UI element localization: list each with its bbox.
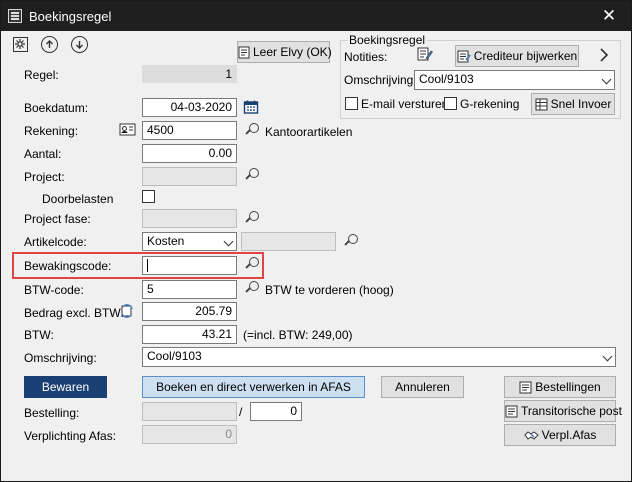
quick-entry-button[interactable]: Snel Invoer xyxy=(531,93,615,115)
bedrag-label: Bedrag excl. BTW: xyxy=(24,306,124,320)
list-edit-icon xyxy=(457,50,471,63)
btw-label: BTW: xyxy=(24,328,54,342)
cancel-button[interactable]: Annuleren xyxy=(381,376,464,398)
group-description-select[interactable]: Cool/9103 xyxy=(414,70,615,90)
bestelling-count-input[interactable]: 0 xyxy=(250,402,302,421)
boekdatum-label: Boekdatum: xyxy=(24,101,89,115)
chevron-down-icon xyxy=(602,351,613,362)
orders-button[interactable]: Bestellingen xyxy=(504,376,616,398)
omschrijving-value: Cool/9103 xyxy=(147,349,202,363)
email-send-checkbox[interactable] xyxy=(345,97,358,110)
chevron-right-icon[interactable] xyxy=(598,47,610,63)
commitment-afas-label: Verpl.Afas xyxy=(541,428,597,442)
aantal-input[interactable]: 0.00 xyxy=(142,144,237,163)
bestelling-label: Bestelling: xyxy=(24,406,80,420)
group-description-value: Cool/9103 xyxy=(419,72,474,86)
bestelling-separator: / xyxy=(239,405,243,419)
learn-elvy-label: Leer Elvy (OK) xyxy=(253,45,332,59)
edit-note-icon[interactable] xyxy=(417,46,433,62)
btw-incl-note: (=incl. BTW: 249,00) xyxy=(243,328,353,342)
save-button[interactable]: Bewaren xyxy=(24,376,107,398)
artikelcode-value: Kosten xyxy=(147,234,185,248)
learn-elvy-button[interactable]: Leer Elvy (OK) xyxy=(237,41,332,63)
book-and-process-button[interactable]: Boeken en direct verwerken in AFAS xyxy=(142,376,365,398)
project-fase-label: Project fase: xyxy=(24,212,91,226)
handshake-icon xyxy=(523,431,539,441)
regel-label: Regel: xyxy=(24,68,59,82)
notes-label: Notities: xyxy=(344,50,388,64)
omschrijving-select[interactable]: Cool/9103 xyxy=(142,347,616,367)
btw-input[interactable]: 43.21 xyxy=(142,325,237,344)
rekening-search-icon[interactable] xyxy=(244,122,260,138)
group-description-label: Omschrijving: xyxy=(344,73,417,87)
bestelling-input[interactable] xyxy=(142,402,237,421)
table-icon xyxy=(535,98,548,111)
project-fase-input[interactable] xyxy=(142,209,237,228)
arrow-down-icon[interactable] xyxy=(71,36,88,53)
close-button[interactable]: ✕ xyxy=(597,4,621,28)
window-title: Boekingsregel xyxy=(29,9,112,24)
update-creditor-button[interactable]: Crediteur bijwerken xyxy=(455,45,579,67)
btw-code-name: BTW te vorderen (hoog) xyxy=(265,283,394,297)
rekening-input[interactable]: 4500 xyxy=(142,121,237,140)
settings-icon[interactable] xyxy=(13,37,28,52)
bedrag-input[interactable]: 205.79 xyxy=(142,302,237,321)
artikelcode-detail-input[interactable] xyxy=(241,232,336,251)
calendar-icon[interactable] xyxy=(243,99,259,115)
commitment-afas-button[interactable]: Verpl.Afas xyxy=(504,424,616,446)
artikelcode-select[interactable]: Kosten xyxy=(142,232,237,251)
orders-label: Bestellingen xyxy=(535,380,601,394)
doorbelasten-label: Doorbelasten xyxy=(42,192,114,206)
chevron-down-icon xyxy=(601,74,612,85)
boekdatum-input[interactable]: 04-03-2020 xyxy=(142,98,237,117)
quick-entry-label: Snel Invoer xyxy=(550,97,612,111)
project-label: Project: xyxy=(24,170,65,184)
project-input[interactable] xyxy=(142,167,237,186)
recalculate-icon[interactable] xyxy=(119,303,135,319)
email-send-label: E-mail versturen xyxy=(361,97,449,111)
regel-value: 1 xyxy=(142,65,237,83)
project-search-icon[interactable] xyxy=(244,167,260,183)
artikelcode-label: Artikelcode: xyxy=(24,235,87,249)
aantal-label: Aantal: xyxy=(24,147,62,161)
verplichting-label: Verplichting Afas: xyxy=(24,429,117,443)
account-card-icon[interactable] xyxy=(119,122,136,137)
booking-line-dialog: Boekingsregel ✕ Leer Elvy (OK) Boekingsr… xyxy=(0,0,632,482)
list-icon xyxy=(505,405,518,418)
btw-code-label: BTW-code: xyxy=(24,283,84,297)
rekening-name: Kantoorartikelen xyxy=(265,125,353,139)
g-account-label: G-rekening xyxy=(460,97,520,111)
list-icon xyxy=(519,381,532,394)
form-icon xyxy=(238,46,250,59)
rekening-label: Rekening: xyxy=(24,124,79,138)
transitory-entry-label: Transitorische post xyxy=(521,404,622,418)
omschrijving-label: Omschrijving: xyxy=(24,351,97,365)
doorbelasten-checkbox[interactable] xyxy=(142,190,155,203)
arrow-up-icon[interactable] xyxy=(41,36,58,53)
project-fase-search-icon[interactable] xyxy=(244,210,260,226)
verplichting-input: 0 xyxy=(142,425,237,444)
btw-code-input[interactable]: 5 xyxy=(142,280,237,299)
transitory-entry-button[interactable]: Transitorische post xyxy=(504,400,622,422)
update-creditor-label: Crediteur bijwerken xyxy=(473,49,578,63)
chevron-down-icon xyxy=(223,236,234,247)
title-bar[interactable]: Boekingsregel ✕ xyxy=(1,1,631,31)
app-icon xyxy=(8,9,22,23)
bewakingscode-highlight xyxy=(12,252,264,279)
group-title: Boekingsregel xyxy=(347,33,428,47)
g-account-checkbox[interactable] xyxy=(444,97,457,110)
btw-code-search-icon[interactable] xyxy=(244,280,260,296)
artikelcode-search-icon[interactable] xyxy=(343,233,359,249)
